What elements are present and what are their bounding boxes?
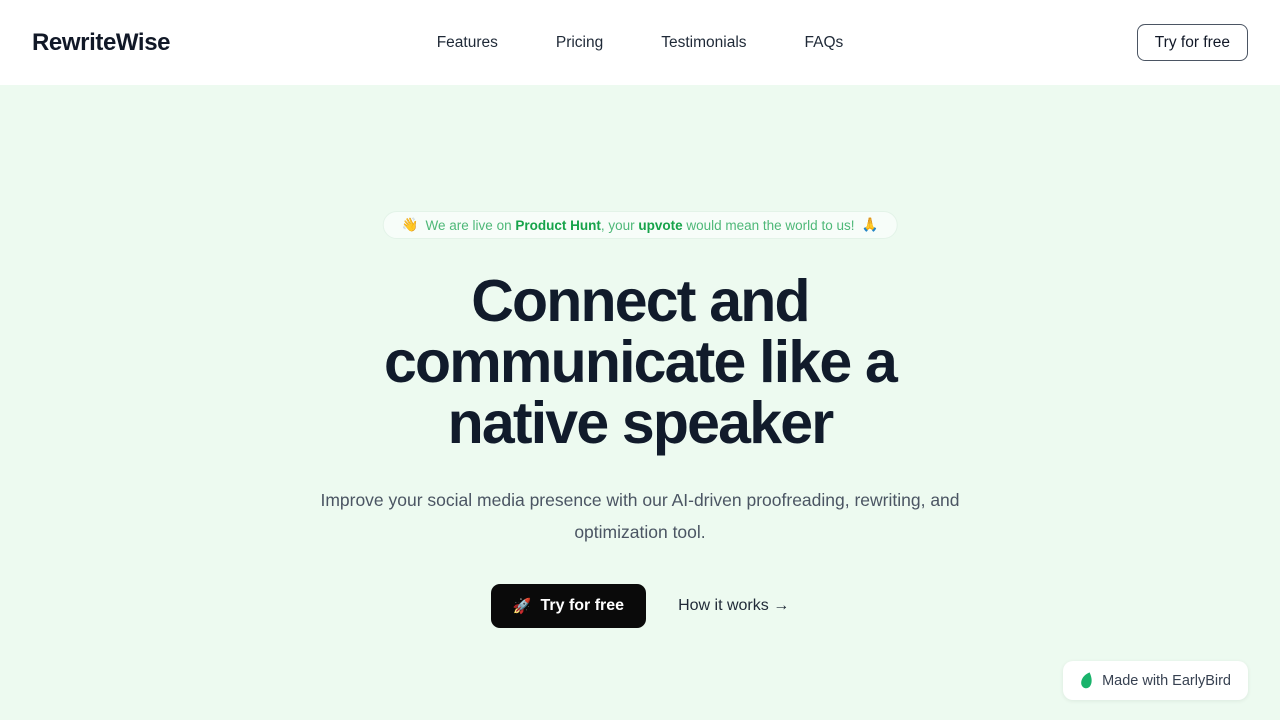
banner-text: We are live on Product Hunt, your upvote…: [426, 218, 855, 233]
folded-hands-icon: 🙏: [861, 217, 879, 233]
nav-item-pricing[interactable]: Pricing: [556, 34, 603, 52]
rocket-icon: 🚀: [512, 597, 532, 615]
banner-text-part-3: would mean the world to us!: [682, 217, 855, 233]
banner-text-part-1: We are live on: [425, 217, 516, 233]
hero-cta-row: 🚀 Try for free How it works →: [0, 584, 1280, 628]
banner-product-hunt-link[interactable]: Product Hunt: [515, 218, 601, 233]
header-try-for-free-button[interactable]: Try for free: [1136, 24, 1248, 61]
how-it-works-link[interactable]: How it works →: [678, 597, 789, 615]
nav-item-faqs[interactable]: FAQs: [805, 34, 844, 52]
waving-hand-icon: 👋: [401, 217, 419, 233]
banner-text-part-2: , your: [600, 217, 639, 233]
main-navigation: Features Pricing Testimonials FAQs: [0, 0, 1280, 85]
nav-item-features[interactable]: Features: [437, 34, 498, 52]
hero-subheadline: Improve your social media presence with …: [320, 490, 960, 542]
site-header: RewriteWise Features Pricing Testimonial…: [0, 0, 1280, 85]
bird-icon: [1080, 672, 1093, 689]
product-hunt-banner[interactable]: 👋 We are live on Product Hunt, your upvo…: [382, 211, 898, 239]
nav-item-testimonials[interactable]: Testimonials: [661, 34, 746, 52]
earlybird-label: Made with EarlyBird: [1102, 672, 1231, 689]
hero-try-for-free-label: Try for free: [540, 597, 625, 614]
hero-headline: Connect and communicate like a native sp…: [384, 268, 898, 456]
hero-section: 👋 We are live on Product Hunt, your upvo…: [0, 85, 1280, 720]
hero-try-for-free-button[interactable]: 🚀 Try for free: [490, 584, 647, 628]
banner-upvote-word: upvote: [638, 217, 683, 233]
made-with-earlybird-badge[interactable]: Made with EarlyBird: [1063, 661, 1248, 700]
